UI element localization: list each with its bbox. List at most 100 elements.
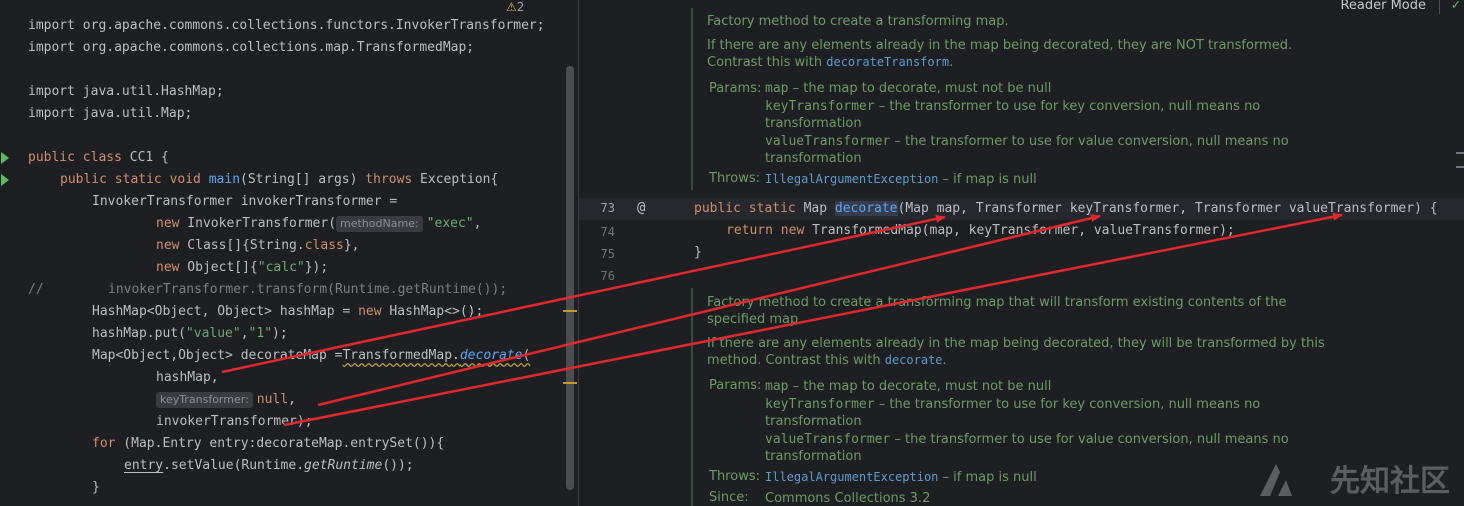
code-line-invoker-decl[interactable]: InvokerTransformer invokerTransformer = <box>92 191 397 213</box>
param-desc: – the transformer to use for value conve… <box>890 134 1289 149</box>
code-token: } <box>92 480 100 495</box>
code-line-import-hashmap[interactable]: import java.util.HashMap; <box>28 81 224 103</box>
code-line-close[interactable]: } <box>694 242 702 264</box>
param-name: valueTransformer <box>765 134 891 149</box>
string-literal: "1" <box>248 326 273 341</box>
doc-paragraph: If there are any elements already in the… <box>707 38 1293 53</box>
code-line-main-decl[interactable]: public static void main(String[] args) t… <box>60 169 498 191</box>
warning-scroll-marker[interactable] <box>563 310 577 312</box>
param-desc: – the transformer to use for key convers… <box>874 99 1261 114</box>
method-ref-decorate: decorate <box>459 348 523 363</box>
param-name: valueTransformer <box>765 432 891 447</box>
doc-paragraph: Contrast this with decorateTransform. <box>707 54 953 71</box>
code-line-signature[interactable]: public static Map decorate(Map map, Tran… <box>694 198 1438 220</box>
warnings-count: 2 <box>516 0 525 14</box>
code-line-class-decl[interactable]: public class CC1 { <box>28 147 169 169</box>
run-icon[interactable] <box>1 174 9 186</box>
doc-summary: Factory method to create a transforming … <box>707 14 1009 29</box>
code-token: }, <box>343 238 360 253</box>
doc-param: keyTransformer – the transformer to use … <box>765 98 1260 115</box>
code-line-close-brace[interactable]: } <box>92 477 100 499</box>
code-line-decorate-call[interactable]: Map<Object,Object> decorateMap =Transfor… <box>92 345 530 367</box>
doc-param-cont: transformation <box>765 449 862 464</box>
code-token: ); <box>272 326 288 341</box>
warning-scroll-marker[interactable] <box>563 382 577 384</box>
keyword: for <box>92 436 116 451</box>
code-token: invokerTransformer); <box>156 414 313 429</box>
code-line-set-value[interactable]: entry.setValue(Runtime.getRuntime()); <box>124 455 414 477</box>
comment-text: invokerTransformer.transform(Runtime.get… <box>108 282 508 297</box>
throws-label: Throws: <box>709 171 760 186</box>
param-desc: – the map to decorate, must not be null <box>788 379 1052 394</box>
method-name-decorate[interactable]: decorate <box>834 201 898 216</box>
code-line-for-loop[interactable]: for (Map.Entry entry:decorateMap.entrySe… <box>92 433 444 455</box>
implementation-at-icon[interactable]: @ <box>637 200 645 216</box>
scrollbar[interactable] <box>566 66 574 490</box>
code-line-object-array[interactable]: new Object[]{"calc"}); <box>156 257 328 279</box>
code-line-class-array[interactable]: new Class[]{String.class}, <box>156 235 360 257</box>
code-token: hashMap, <box>156 370 219 385</box>
param-desc: – the transformer to use for value conve… <box>890 432 1289 447</box>
doc-link-exception[interactable]: IllegalArgumentException <box>765 470 938 484</box>
code-line-hashmap-decl[interactable]: HashMap<Object, Object> hashMap = new Ha… <box>92 301 483 323</box>
doc-text: Contrast this with <box>707 55 827 70</box>
since-value: Commons Collections 3.2 <box>765 491 931 506</box>
doc-text: method. Contrast this with <box>707 353 885 368</box>
doc-param: map – the map to decorate, must not be n… <box>765 378 1051 395</box>
code-line-arg-hashmap[interactable]: hashMap, <box>156 367 219 389</box>
code-line-arg-null[interactable]: keyTransformer: null, <box>156 389 296 411</box>
code-token: (Map.Entry entry:decorateMap.entrySet())… <box>115 436 445 451</box>
code-token: InvokerTransformer invokerTransformer = <box>92 194 398 209</box>
code-line-arg-invoker[interactable]: invokerTransformer); <box>156 411 313 433</box>
doc-param-cont: transformation <box>765 151 862 166</box>
warnings-indicator[interactable]: ⚠2 <box>506 0 524 14</box>
param-desc: – the map to decorate, must not be null <box>788 81 1052 96</box>
code-token: (String[] args) <box>240 172 366 187</box>
keyword: new <box>156 260 180 275</box>
code-token: Map<Object,Object> decorateMap = <box>92 348 343 363</box>
code-line-invoker-ctor[interactable]: new InvokerTransformer(methodName: "exec"… <box>156 213 481 235</box>
code-line-import-invoker[interactable]: import org.apache.commons.collections.fu… <box>28 15 545 37</box>
doc-param-cont: transformation <box>765 116 862 131</box>
keyword-null: null <box>256 392 289 407</box>
class-ref-transformedmap: TransformedMap <box>342 348 453 363</box>
doc-throws: IllegalArgumentException – if map is nul… <box>765 171 1037 188</box>
keyword: new <box>156 216 180 231</box>
type-name: Map <box>803 201 835 216</box>
code-token: .setValue(Runtime. <box>163 458 305 473</box>
code-line-return[interactable]: return new TransformedMap(map, keyTransf… <box>726 220 1235 242</box>
line-number: 75 <box>600 247 615 261</box>
left-editor[interactable]: ⚠2 import org.apache.commons.collections… <box>0 0 578 506</box>
doc-text: . <box>942 353 947 368</box>
watermark-text: 先知社区 <box>1330 464 1450 499</box>
doc-text: – if map is null <box>938 172 1037 187</box>
code-token: , <box>240 326 249 341</box>
code-token: HashMap<>(); <box>381 304 484 319</box>
doc-link-decorate[interactable]: decorate <box>885 353 943 367</box>
code-token: }); <box>304 260 329 275</box>
throws-label: Throws: <box>709 469 760 484</box>
keyword: class <box>304 238 344 253</box>
code-line-import-map[interactable]: import java.util.Map; <box>28 103 192 125</box>
code-token: import java.util.HashMap; <box>28 84 224 99</box>
code-line-hashmap-put[interactable]: hashMap.put("value","1"); <box>92 323 288 345</box>
code-token: import java.util.Map; <box>28 106 193 121</box>
line-number: 73 <box>600 201 615 215</box>
code-line-import-transformedmap[interactable]: import org.apache.commons.collections.ma… <box>28 37 474 59</box>
doc-param: valueTransformer – the transformer to us… <box>765 431 1289 448</box>
keyword: public static <box>694 201 804 216</box>
code-token: entry <box>124 458 164 473</box>
doc-link-decorate-transform[interactable]: decorateTransform <box>826 55 949 69</box>
code-token: Exception{ <box>412 172 499 187</box>
code-token: , <box>288 392 296 407</box>
watermark-logo-icon <box>1260 464 1292 496</box>
param-name: map <box>765 379 789 394</box>
code-line-comment[interactable]: // invokerTransformer.transform(Runtime.g… <box>28 279 507 301</box>
right-editor[interactable]: Reader Mode ✓ Factory method to create a… <box>579 0 1464 506</box>
param-name: keyTransformer <box>765 397 875 412</box>
signature-params: (Map map, Transformer keyTransformer, Tr… <box>897 201 1438 216</box>
run-icon[interactable] <box>1 152 9 164</box>
doc-link-exception[interactable]: IllegalArgumentException <box>765 172 938 186</box>
code-token: getRuntime <box>304 458 383 473</box>
string-literal: "exec" <box>426 216 474 231</box>
